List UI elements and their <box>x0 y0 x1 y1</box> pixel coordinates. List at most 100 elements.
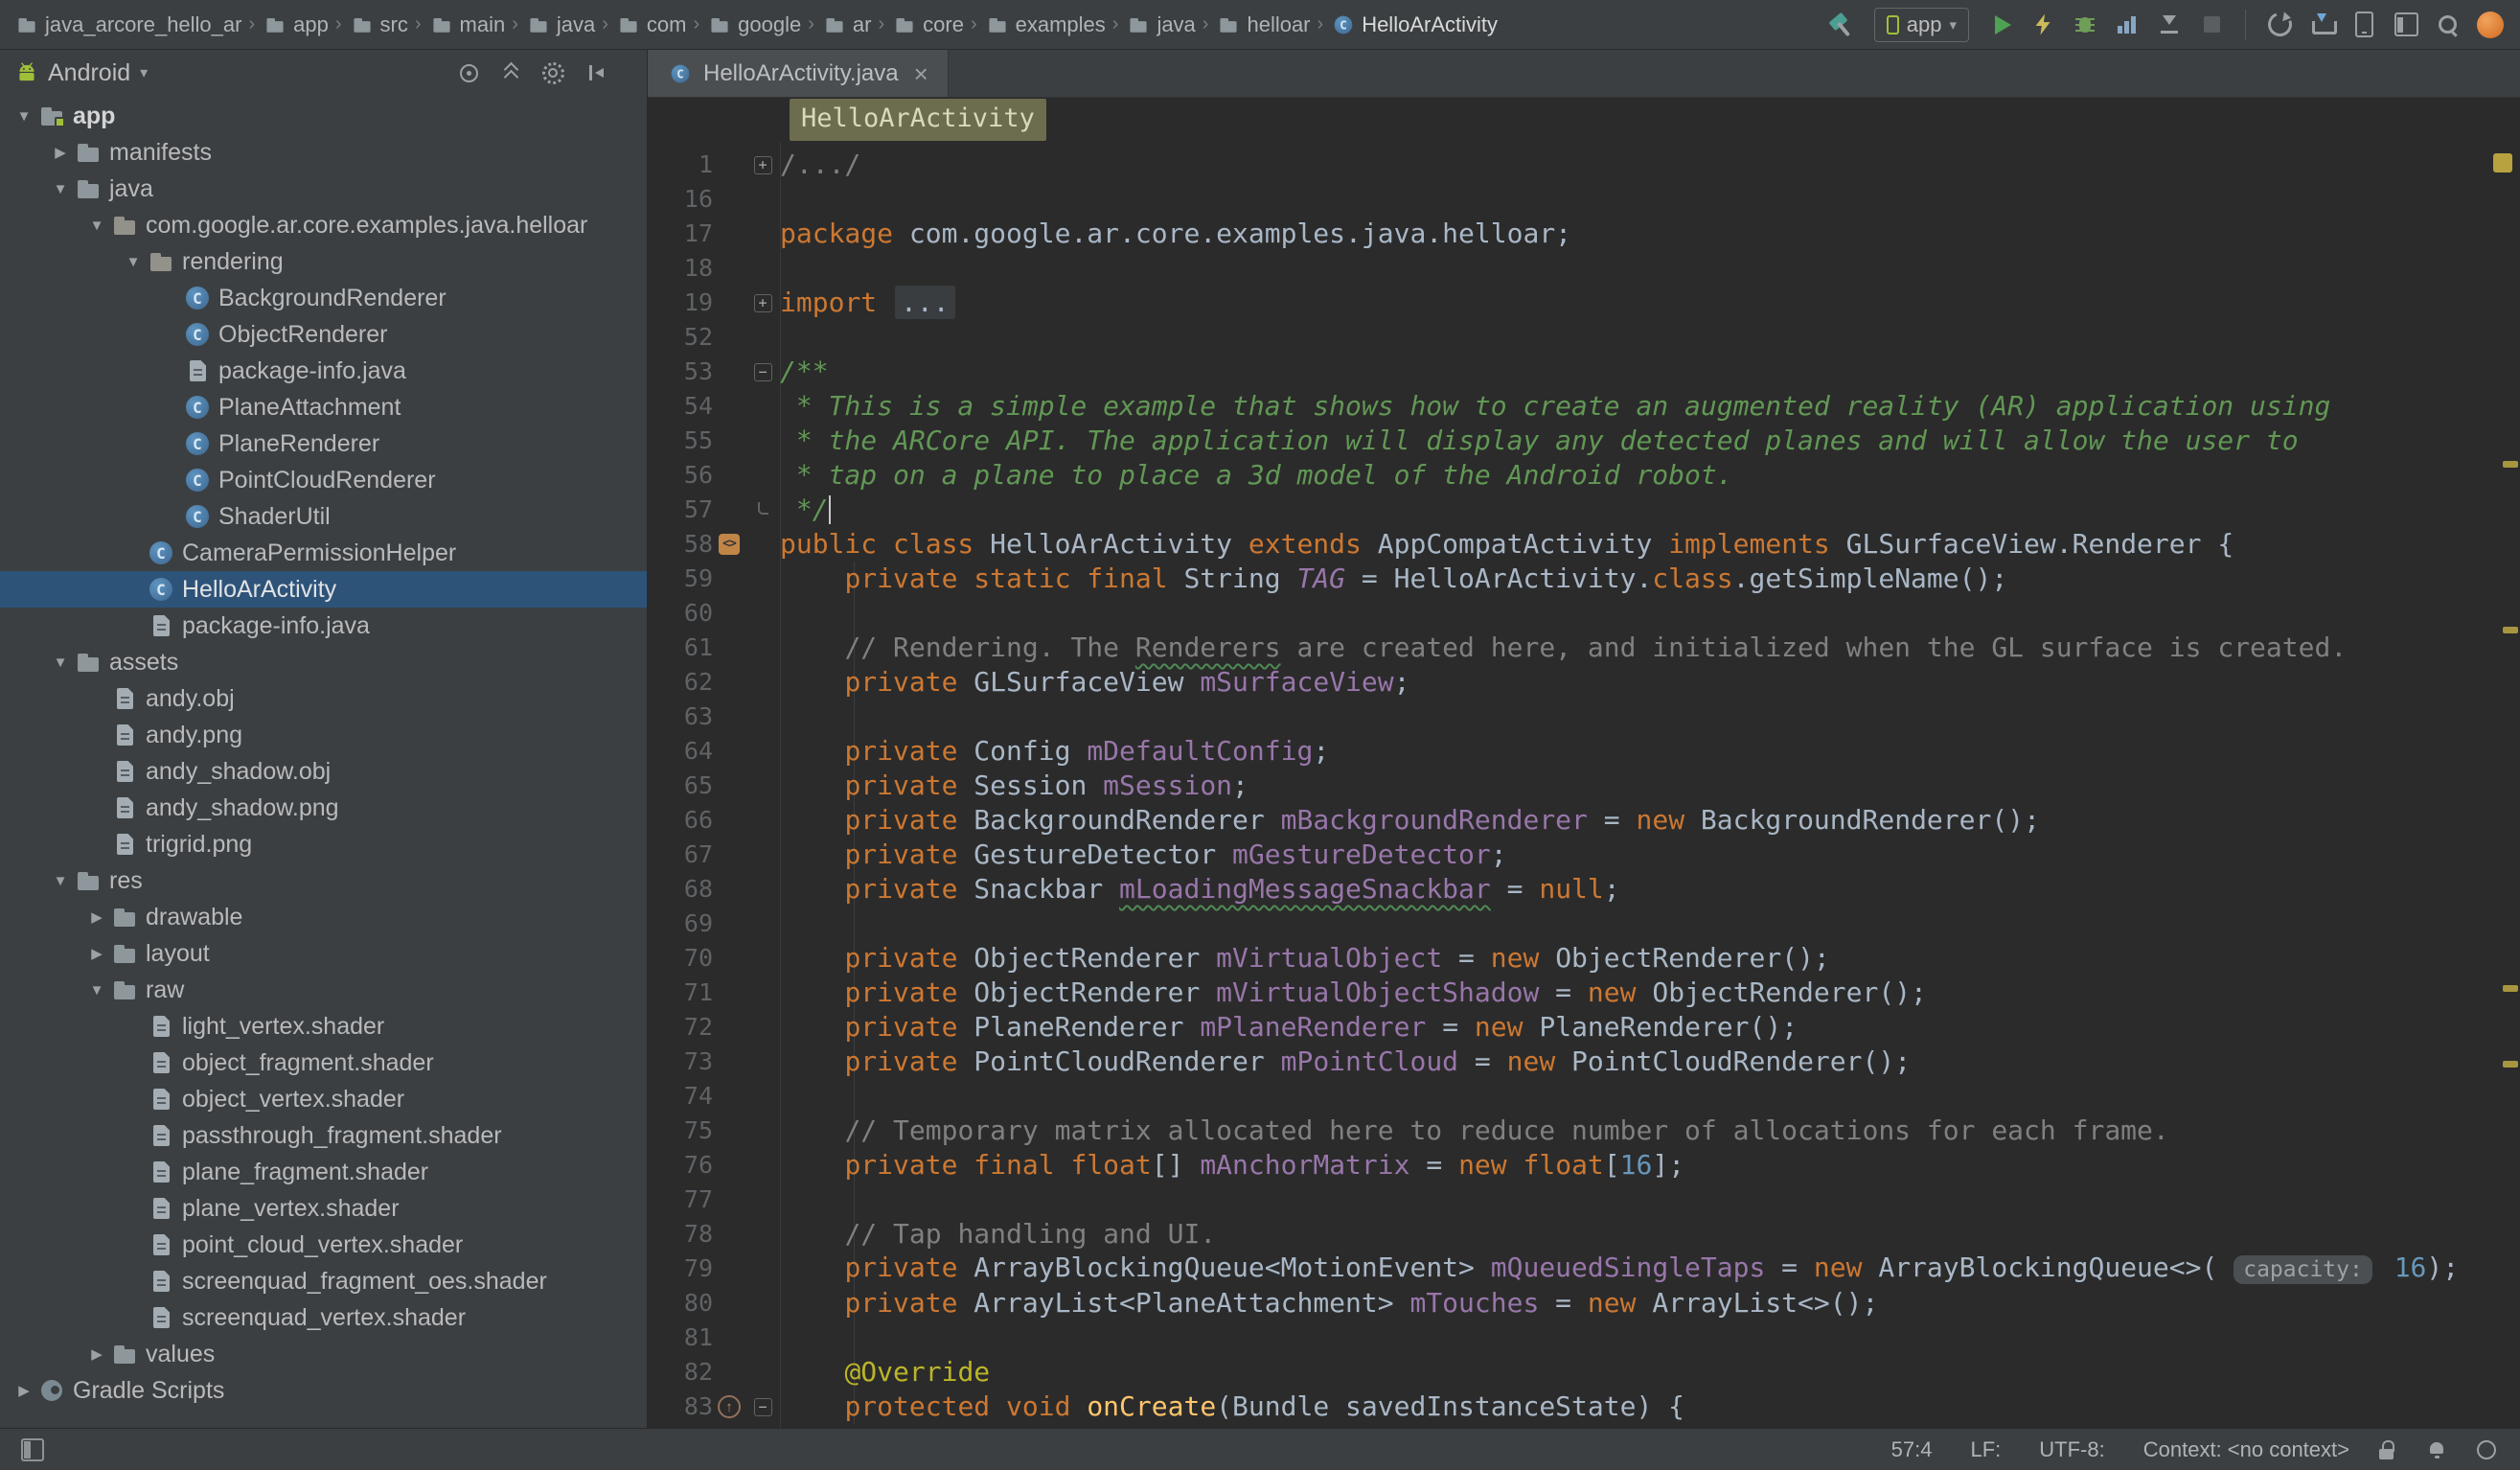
code-line-76[interactable]: 76 private final float[] mAnchorMatrix =… <box>648 1148 2520 1183</box>
tree-item-raw[interactable]: ▼raw <box>0 972 647 1008</box>
debug-icon[interactable] <box>2069 9 2101 41</box>
code-line-81[interactable]: 81 <box>648 1321 2520 1355</box>
tree-item-gradle-scripts[interactable]: ▶Gradle Scripts <box>0 1372 647 1409</box>
tree-item-andy-obj[interactable]: andy.obj <box>0 680 647 717</box>
tree-item-com-google-ar-core-examples-java-helloar[interactable]: ▼com.google.ar.core.examples.java.helloa… <box>0 207 647 243</box>
code-line-64[interactable]: 64 private Config mDefaultConfig; <box>648 734 2520 769</box>
chevron-right-icon[interactable]: ▶ <box>82 1345 111 1363</box>
code-line-69[interactable]: 69 <box>648 907 2520 941</box>
breadcrumb-item-helloaractivity[interactable]: HelloArActivity <box>1330 11 1498 38</box>
caret-position[interactable]: 57:4 <box>1891 1437 1933 1462</box>
run-icon[interactable] <box>1984 9 2017 41</box>
tree-item-manifests[interactable]: ▶manifests <box>0 134 647 171</box>
code-line-1[interactable]: 1+/.../ <box>648 148 2520 182</box>
tree-item-helloaractivity[interactable]: HelloArActivity <box>0 571 647 608</box>
chevron-down-icon[interactable]: ▼ <box>82 218 111 234</box>
tree-item-objectrenderer[interactable]: ObjectRenderer <box>0 316 647 353</box>
warning-stripe-mark[interactable] <box>2503 461 2518 468</box>
breadcrumb-item-ar[interactable]: ar <box>821 11 872 38</box>
chevron-down-icon[interactable]: ▼ <box>46 655 75 671</box>
editor-tab-helloaractivity[interactable]: HelloArActivity.java × <box>648 50 949 97</box>
tree-item-andy-png[interactable]: andy.png <box>0 717 647 753</box>
code-line-82[interactable]: 82 @Override <box>648 1355 2520 1390</box>
project-view-selector[interactable]: Android ▾ <box>13 59 148 87</box>
chevron-down-icon[interactable]: ▼ <box>46 873 75 889</box>
tree-item-camerapermissionhelper[interactable]: CameraPermissionHelper <box>0 535 647 571</box>
code-line-19[interactable]: 19+import ... <box>648 286 2520 320</box>
tree-item-light-vertex-shader[interactable]: light_vertex.shader <box>0 1008 647 1045</box>
android-component-gutter-icon[interactable] <box>713 534 745 555</box>
chevron-right-icon[interactable]: ▶ <box>82 945 111 962</box>
code-line-73[interactable]: 73 private PointCloudRenderer mPointClou… <box>648 1045 2520 1079</box>
breadcrumb-item-src[interactable]: src <box>349 11 408 38</box>
breadcrumb-item-examples[interactable]: examples <box>984 11 1106 38</box>
code-line-66[interactable]: 66 private BackgroundRenderer mBackgroun… <box>648 803 2520 838</box>
toolwindow-toggle-icon[interactable] <box>21 1438 44 1461</box>
search-everywhere-icon[interactable] <box>2432 9 2464 41</box>
profiler-icon[interactable] <box>2111 9 2143 41</box>
code-line-71[interactable]: 71 private ObjectRenderer mVirtualObject… <box>648 976 2520 1010</box>
file-encoding-indicator[interactable]: UTF-8: <box>2039 1437 2104 1462</box>
toolwindow-layout-icon[interactable] <box>2390 9 2422 41</box>
code-line-70[interactable]: 70 private ObjectRenderer mVirtualObject… <box>648 941 2520 976</box>
warning-stripe-mark[interactable] <box>2503 627 2518 633</box>
fold-end-icon[interactable] <box>745 506 780 515</box>
code-line-18[interactable]: 18 <box>648 251 2520 286</box>
tree-item-rendering[interactable]: ▼rendering <box>0 243 647 280</box>
code-line-79[interactable]: 79 private ArrayBlockingQueue<MotionEven… <box>648 1252 2520 1286</box>
tree-item-passthrough-fragment-shader[interactable]: passthrough_fragment.shader <box>0 1117 647 1154</box>
code-line-55[interactable]: 55 * the ARCore API. The application wil… <box>648 424 2520 458</box>
tree-item-screenquad-vertex-shader[interactable]: screenquad_vertex.shader <box>0 1299 647 1336</box>
locate-icon[interactable] <box>455 59 482 86</box>
close-tab-icon[interactable]: × <box>914 61 928 86</box>
breadcrumb-item-core[interactable]: core <box>891 11 964 38</box>
code-line-78[interactable]: 78 // Tap handling and UI. <box>648 1217 2520 1252</box>
code-line-63[interactable]: 63 <box>648 700 2520 734</box>
breadcrumb-item-com[interactable]: com <box>615 11 687 38</box>
chevron-down-icon[interactable]: ▼ <box>119 254 148 270</box>
line-separator-indicator[interactable]: LF: <box>1970 1437 2001 1462</box>
settings-gear-icon[interactable] <box>539 59 566 86</box>
code-line-68[interactable]: 68 private Snackbar mLoadingMessageSnack… <box>648 872 2520 907</box>
tree-item-backgroundrenderer[interactable]: BackgroundRenderer <box>0 280 647 316</box>
code-area[interactable]: 1+/.../1617package com.google.ar.core.ex… <box>648 142 2520 1428</box>
code-line-58[interactable]: 58public class HelloArActivity extends A… <box>648 527 2520 562</box>
tree-item-java[interactable]: ▼java <box>0 171 647 207</box>
code-line-72[interactable]: 72 private PlaneRenderer mPlaneRenderer … <box>648 1010 2520 1045</box>
tree-item-res[interactable]: ▼res <box>0 862 647 899</box>
fold-minus-icon[interactable]: − <box>745 1398 780 1416</box>
warning-stripe-mark[interactable] <box>2503 985 2518 992</box>
inspection-indicator-icon[interactable] <box>2493 153 2512 172</box>
tree-item-andy-shadow-png[interactable]: andy_shadow.png <box>0 790 647 826</box>
breadcrumb-item-helloar[interactable]: helloar <box>1215 11 1310 38</box>
tree-item-layout[interactable]: ▶layout <box>0 935 647 972</box>
code-line-17[interactable]: 17package com.google.ar.core.examples.ja… <box>648 217 2520 251</box>
avatar-icon[interactable] <box>2474 9 2507 41</box>
run-config-selector[interactable]: app▾ <box>1874 8 1969 42</box>
stop-icon[interactable] <box>2195 9 2228 41</box>
sdk-manager-icon[interactable] <box>2305 9 2338 41</box>
code-line-54[interactable]: 54 * This is a simple example that shows… <box>648 389 2520 424</box>
code-line-59[interactable]: 59 private static final String TAG = Hel… <box>648 562 2520 596</box>
readonly-lock-icon[interactable] <box>2374 1437 2399 1462</box>
code-line-57[interactable]: 57 */ <box>648 493 2520 527</box>
tree-item-planerenderer[interactable]: PlaneRenderer <box>0 425 647 462</box>
chevron-right-icon[interactable]: ▶ <box>82 908 111 926</box>
fold-minus-icon[interactable]: − <box>745 363 780 381</box>
code-line-83[interactable]: 83− protected void onCreate(Bundle saved… <box>648 1390 2520 1424</box>
tree-item-andy-shadow-obj[interactable]: andy_shadow.obj <box>0 753 647 790</box>
code-line-16[interactable]: 16 <box>648 182 2520 217</box>
background-tasks-icon[interactable] <box>2474 1437 2499 1462</box>
build-hammer-icon[interactable] <box>1826 9 1859 41</box>
code-line-62[interactable]: 62 private GLSurfaceView mSurfaceView; <box>648 665 2520 700</box>
tree-item-shaderutil[interactable]: ShaderUtil <box>0 498 647 535</box>
code-line-60[interactable]: 60 <box>648 596 2520 631</box>
attach-debugger-icon[interactable] <box>2153 9 2186 41</box>
code-line-52[interactable]: 52 <box>648 320 2520 355</box>
breadcrumb-item-java-arcore-hello-ar[interactable]: java_arcore_hello_ar <box>13 11 241 38</box>
tree-item-plane-vertex-shader[interactable]: plane_vertex.shader <box>0 1190 647 1227</box>
tree-item-point-cloud-vertex-shader[interactable]: point_cloud_vertex.shader <box>0 1227 647 1263</box>
tree-item-app[interactable]: ▼app <box>0 98 647 134</box>
apply-changes-icon[interactable] <box>2027 9 2059 41</box>
code-line-80[interactable]: 80 private ArrayList<PlaneAttachment> mT… <box>648 1286 2520 1321</box>
